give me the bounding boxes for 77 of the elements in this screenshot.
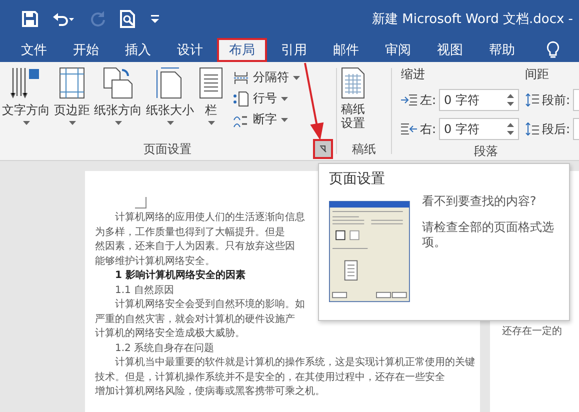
ribbon-tab[interactable]: 设计 xyxy=(165,38,215,62)
body-text-line: 还存在一定的 xyxy=(502,325,562,339)
ribbon-tab[interactable]: 审阅 xyxy=(373,38,423,62)
ribbon-tab[interactable]: 邮件 xyxy=(321,38,371,62)
manuscript-page-icon xyxy=(340,66,366,100)
launcher-arrow-icon xyxy=(319,145,327,153)
orientation-icon xyxy=(102,66,134,100)
tooltip-title: 页面设置 xyxy=(329,170,386,188)
caret-icon xyxy=(114,121,122,125)
spin-arrows-icon xyxy=(507,122,514,136)
ribbon-tab[interactable]: 布局 xyxy=(217,38,267,62)
undo-icon[interactable] xyxy=(52,11,76,27)
ribbon-tab[interactable]: 开始 xyxy=(61,38,111,62)
body-text-line: 1.1 自然原因 xyxy=(114,284,174,298)
body-text-line: 计算机网络的应用使人们的生活逐渐向信息 xyxy=(114,211,305,225)
spin-field[interactable]: 0 字符 xyxy=(439,118,520,140)
ribbon-tab[interactable]: 引用 xyxy=(269,38,319,62)
spacing-after-icon xyxy=(525,122,540,136)
tooltip-description: 请检查全部的页面格式选项。 xyxy=(422,220,555,251)
caret-icon xyxy=(22,121,30,125)
group-label: 稿纸 xyxy=(352,140,376,158)
body-text-line: 技术。但是，计算机操作系统并不是安全的，在其使用过程中，还存在一些安全 xyxy=(95,370,445,384)
indent-right-icon xyxy=(401,123,417,135)
caret-icon xyxy=(281,96,288,100)
ribbon-tab[interactable]: 文件 xyxy=(9,38,59,62)
body-text-line: 计算机网络安全会受到自然环境的影响。如 xyxy=(114,298,305,312)
ribbon-button[interactable]: 页边距 xyxy=(52,66,92,125)
ribbon-button[interactable]: 行号 xyxy=(231,90,302,107)
body-text-line: 计算机的网络安全造成极大威胁。 xyxy=(95,327,245,341)
margins-icon xyxy=(57,66,87,100)
group-label: 页面设置 xyxy=(144,140,192,158)
body-text-line: 增加计算机网络风险，使病毒或黑客携带可乘之机。 xyxy=(95,385,325,399)
spin-arrows-icon xyxy=(507,93,514,107)
body-text-line: 能够维护计算机网络安全。 xyxy=(95,254,215,268)
corner-mark-icon xyxy=(135,197,147,209)
body-text-line: 1.2 系统自身存在问题 xyxy=(114,342,214,356)
spacing-before-icon xyxy=(525,93,540,107)
field-label: 段前: xyxy=(542,92,570,108)
line-numbers-icon xyxy=(233,90,249,106)
ribbon-button[interactable]: 栏 xyxy=(196,66,226,125)
text-direction-icon xyxy=(10,66,42,100)
group-label: 段落 xyxy=(474,142,498,160)
breaks-icon xyxy=(233,70,249,86)
lightbulb-icon[interactable] xyxy=(546,41,560,59)
body-text-line: 计算机当中最重要的软件就是计算机的操作系统，这是实现计算机正常使用的关键 xyxy=(114,356,475,370)
indent-heading: 缩进 xyxy=(401,66,426,83)
body-text-line: 严重的自然灾害，就会对计算机的硬件设施产 xyxy=(95,312,295,326)
ribbon-button[interactable]: 纸张大小 xyxy=(144,66,196,125)
caret-icon xyxy=(166,121,174,125)
save-icon[interactable] xyxy=(22,11,38,27)
spin-field[interactable]: 0 字符 xyxy=(439,89,520,111)
spacing-heading: 间距 xyxy=(525,66,550,83)
tooltip-heading: 看不到要查找的内容? xyxy=(422,194,538,210)
ribbon-button[interactable]: 文字方向 xyxy=(0,66,52,125)
body-text-line: 然因素，还来自于人为因素。只有放弃这些因 xyxy=(95,240,295,254)
field-label: 段后: xyxy=(542,120,570,138)
caret-icon xyxy=(281,118,288,122)
ribbon-tab[interactable]: 视图 xyxy=(425,38,475,62)
customize-caret-icon[interactable] xyxy=(150,14,160,24)
window-title: 新建 Microsoft Word 文档.docx - xyxy=(372,11,573,28)
field-label: 右: xyxy=(420,120,436,138)
ribbon-button[interactable]: 稿纸设置 xyxy=(338,66,368,131)
field-label: 左: xyxy=(420,92,436,108)
print-preview-icon[interactable] xyxy=(120,10,136,28)
columns-icon xyxy=(198,66,224,100)
ribbon-button[interactable]: 断字 xyxy=(231,111,302,128)
ribbon-tab[interactable]: 插入 xyxy=(113,38,163,62)
caret-icon xyxy=(293,76,300,80)
ribbon-button[interactable]: 纸张方向 xyxy=(92,66,144,125)
section-heading: 1 影响计算机网络安全的因素 xyxy=(114,269,246,283)
indent-left-icon xyxy=(401,94,417,106)
ribbon-button[interactable]: 分隔符 xyxy=(231,69,302,86)
caret-icon xyxy=(68,121,76,125)
caret-icon xyxy=(208,121,214,125)
ribbon-tab[interactable]: 帮助 xyxy=(477,38,527,62)
body-text-line: 为多样，工作质量也得到了大幅提升。但是 xyxy=(95,226,285,240)
dialog-launcher-button[interactable] xyxy=(313,139,333,159)
